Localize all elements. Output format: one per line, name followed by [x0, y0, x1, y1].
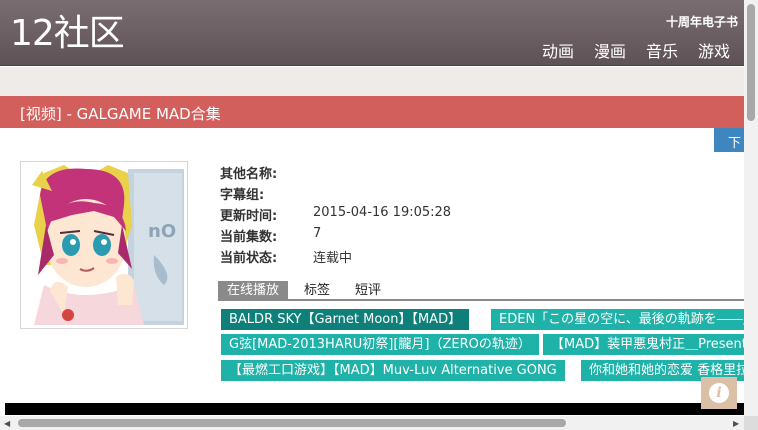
- main-nav: 动画 漫画 音乐 游戏: [542, 38, 730, 62]
- episode-link[interactable]: BALDR SKY【Garnet Moon】【MAD】: [221, 309, 470, 330]
- tab-short-reviews[interactable]: 短评: [355, 281, 381, 301]
- scroll-right-arrow-icon[interactable]: ▶: [733, 419, 739, 428]
- scroll-left-arrow-icon[interactable]: ◀: [4, 419, 10, 428]
- episode-link[interactable]: 【最燃工口游戏】【MAD】Muv-Luv Alternative GONG: [221, 360, 565, 381]
- page-title: [视频] - GALGAME MAD合集: [20, 105, 221, 123]
- header-spacer: [0, 67, 744, 96]
- download-button[interactable]: 下: [714, 128, 744, 152]
- detail-label: 更新时间:: [220, 209, 278, 224]
- detail-value: 7: [313, 226, 322, 241]
- anime-character-illustration: nO: [24, 165, 184, 325]
- vertical-scroll-thumb[interactable]: [747, 4, 755, 121]
- detail-value: 连载中: [313, 251, 353, 266]
- detail-label: 当前集数:: [220, 230, 278, 245]
- tagline-link[interactable]: 十周年电子书: [666, 13, 738, 30]
- nav-anime[interactable]: 动画: [542, 38, 574, 62]
- tab-online-play[interactable]: 在线播放: [218, 281, 289, 301]
- nav-manga[interactable]: 漫画: [594, 38, 626, 62]
- page-title-bar: [视频] - GALGAME MAD合集: [0, 96, 744, 128]
- site-logo[interactable]: 12社区: [10, 12, 125, 56]
- episode-link[interactable]: EDEN「この星の空に、最後の軌跡を――」: [491, 309, 744, 330]
- svg-text:nO: nO: [148, 221, 176, 242]
- info-icon: i: [709, 383, 729, 403]
- episode-link[interactable]: G弦[MAD-2013HARU初祭][朧月]（ZEROの轨迹）: [221, 334, 539, 355]
- vertical-scrollbar[interactable]: [744, 0, 758, 416]
- detail-label: 当前状态:: [220, 251, 278, 266]
- nav-music[interactable]: 音乐: [646, 38, 678, 62]
- detail-value: 2015-04-16 19:05:28: [313, 205, 452, 220]
- episode-list: BALDR SKY【Garnet Moon】【MAD】 EDEN「この星の空に、…: [221, 309, 744, 381]
- content-tabs: 在线播放 标签 短评: [218, 281, 744, 301]
- detail-label: 字幕组:: [220, 188, 265, 203]
- episode-link[interactable]: 【MAD】装甲悪鬼村正＿Present: [543, 334, 744, 355]
- info-button[interactable]: i: [701, 377, 737, 409]
- nav-games[interactable]: 游戏: [698, 38, 730, 62]
- cover-image[interactable]: nO: [20, 161, 188, 329]
- tab-tags[interactable]: 标签: [304, 281, 330, 301]
- scrollbar-corner: [744, 416, 758, 430]
- horizontal-scroll-thumb[interactable]: [18, 419, 566, 427]
- detail-label: 其他名称:: [220, 167, 278, 182]
- horizontal-scrollbar[interactable]: ◀ ▶: [0, 416, 744, 430]
- video-player-edge: [5, 403, 744, 415]
- site-header: 12社区 十周年电子书 动画 漫画 音乐 游戏: [0, 0, 744, 66]
